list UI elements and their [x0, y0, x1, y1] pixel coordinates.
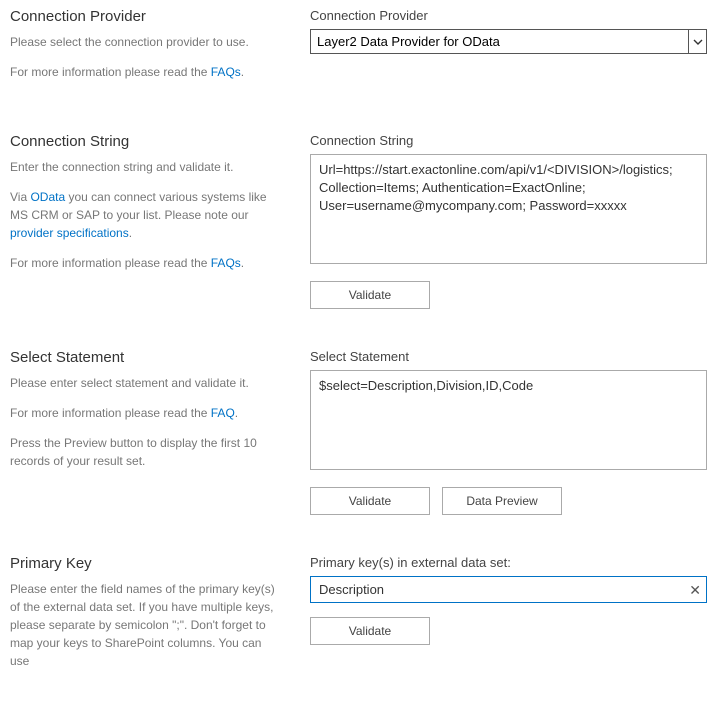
left-col: Connection Provider Please select the co…: [10, 8, 310, 93]
select-connection-provider[interactable]: Layer2 Data Provider for OData: [311, 30, 706, 53]
section-connection-provider: Connection Provider Please select the co…: [10, 8, 707, 93]
link-provider-specs[interactable]: provider specifications: [10, 226, 129, 240]
heading-primary-key: Primary Key: [10, 555, 280, 572]
right-col: Select Statement Validate Data Preview: [310, 349, 707, 515]
heading-select-statement: Select Statement: [10, 349, 280, 366]
select-connection-provider-wrap: Layer2 Data Provider for OData: [310, 29, 707, 54]
clear-icon[interactable]: ✕: [689, 583, 701, 597]
desc-select-3: Press the Preview button to display the …: [10, 434, 280, 470]
section-connection-string: Connection String Enter the connection s…: [10, 133, 707, 309]
label-select-statement: Select Statement: [310, 349, 707, 364]
heading-connection-string: Connection String: [10, 133, 280, 150]
validate-primary-key-button[interactable]: Validate: [310, 617, 430, 645]
link-odata[interactable]: OData: [30, 190, 65, 204]
right-col: Connection String Validate: [310, 133, 707, 309]
right-col: Connection Provider Layer2 Data Provider…: [310, 8, 707, 93]
desc-connection-provider-1: Please select the connection provider to…: [10, 33, 280, 51]
btn-row-select: Validate Data Preview: [310, 487, 707, 515]
left-col: Primary Key Please enter the field names…: [10, 555, 310, 682]
link-faq-3[interactable]: FAQ: [211, 406, 235, 420]
validate-select-button[interactable]: Validate: [310, 487, 430, 515]
section-primary-key: Primary Key Please enter the field names…: [10, 555, 707, 682]
validate-connection-button[interactable]: Validate: [310, 281, 430, 309]
left-col: Connection String Enter the connection s…: [10, 133, 310, 309]
desc-select-1: Please enter select statement and valida…: [10, 374, 280, 392]
btn-row-conn: Validate: [310, 281, 707, 309]
link-faqs-1[interactable]: FAQs: [211, 65, 241, 79]
primary-key-input-wrap: ✕: [310, 576, 707, 603]
label-primary-key: Primary key(s) in external data set:: [310, 555, 707, 570]
desc-conn-string-1: Enter the connection string and validate…: [10, 158, 280, 176]
label-connection-provider: Connection Provider: [310, 8, 707, 23]
heading-connection-provider: Connection Provider: [10, 8, 280, 25]
label-connection-string: Connection String: [310, 133, 707, 148]
desc-primary-key: Please enter the field names of the prim…: [10, 580, 280, 670]
link-faqs-2[interactable]: FAQs: [211, 256, 241, 270]
left-col: Select Statement Please enter select sta…: [10, 349, 310, 515]
textarea-select-statement[interactable]: [310, 370, 707, 470]
right-col: Primary key(s) in external data set: ✕ V…: [310, 555, 707, 682]
section-select-statement: Select Statement Please enter select sta…: [10, 349, 707, 515]
data-preview-button[interactable]: Data Preview: [442, 487, 562, 515]
btn-row-pk: Validate: [310, 617, 707, 645]
textarea-connection-string[interactable]: [310, 154, 707, 264]
desc-select-2: For more information please read the FAQ…: [10, 404, 280, 422]
desc-conn-string-3: For more information please read the FAQ…: [10, 254, 280, 272]
desc-connection-provider-2: For more information please read the FAQ…: [10, 63, 280, 81]
desc-conn-string-2: Via OData you can connect various system…: [10, 188, 280, 242]
primary-key-input[interactable]: [310, 576, 707, 603]
